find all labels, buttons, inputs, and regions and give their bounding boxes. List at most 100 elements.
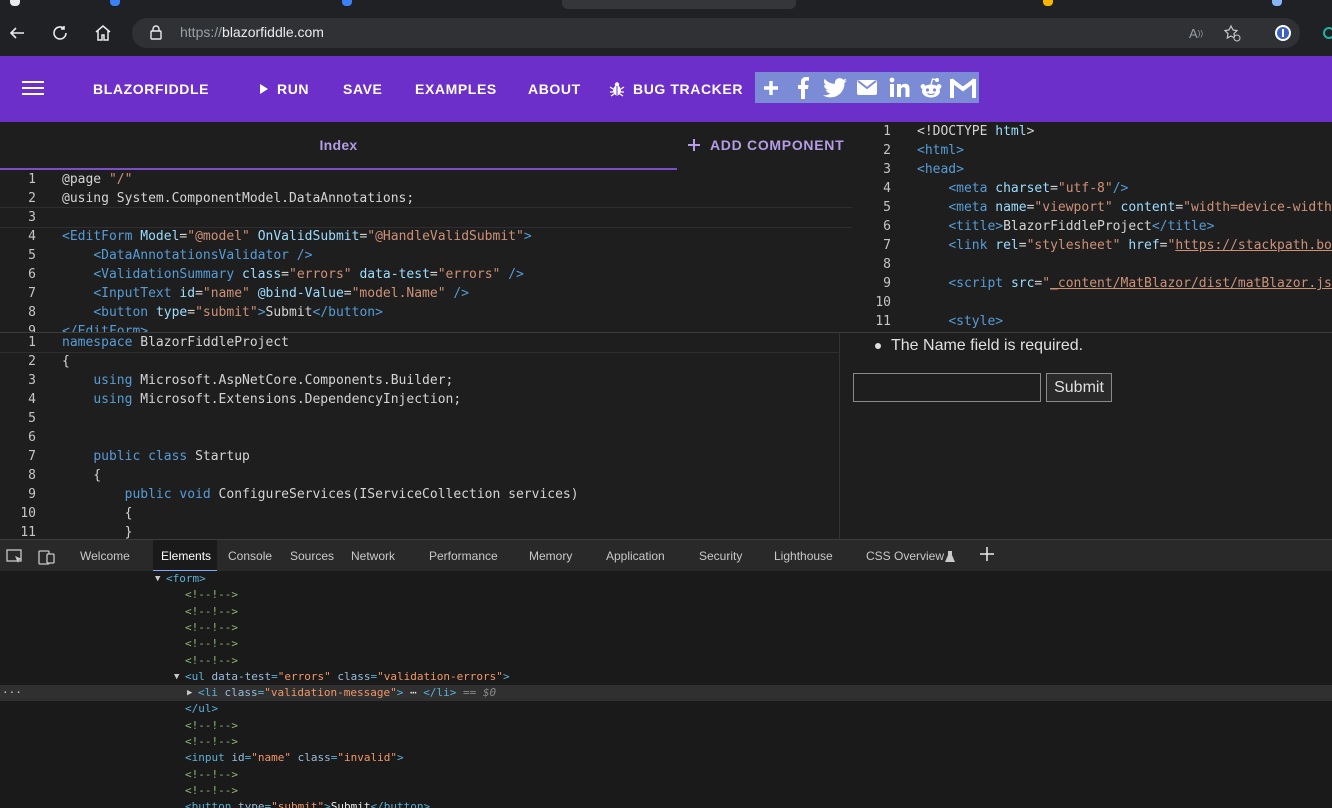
startup-code-editor[interactable]: 1 namespace BlazorFiddleProject 2{3 using … — [0, 333, 840, 539]
devtools-tab-css-overview[interactable]: CSS Overview — [866, 549, 944, 563]
code-line[interactable]: 10 { — [0, 504, 840, 523]
code-line[interactable]: 7 <InputText id="name" @bind-Value="mode… — [0, 284, 852, 303]
dom-node[interactable]: <button type="submit">Submit</button> — [0, 799, 1332, 808]
facebook-icon[interactable] — [787, 72, 819, 103]
home-icon[interactable] — [90, 20, 116, 46]
code-line[interactable]: 2 <html> — [853, 141, 1332, 160]
code-line[interactable]: 3 <head> — [853, 160, 1332, 179]
code-line[interactable]: 1 @page "/" — [0, 170, 852, 189]
code-line[interactable]: 6 — [0, 428, 840, 447]
devtools-tab-application[interactable]: Application — [606, 549, 665, 563]
code-line[interactable]: 5 <meta name="viewport" content="width=d… — [853, 198, 1332, 217]
code-line[interactable]: 9 public void ConfigureServices(IService… — [0, 485, 840, 504]
dom-node[interactable]: ▼ <ul data-test="errors" class="validatio… — [0, 669, 1332, 685]
code-line[interactable]: 2 @using System.ComponentModel.DataAnnota… — [0, 189, 852, 208]
brand-title[interactable]: BLAZORFIDDLE — [93, 81, 209, 97]
twitter-icon[interactable] — [819, 72, 851, 103]
bug-tracker-button[interactable]: BUG TRACKER — [609, 81, 743, 97]
expand-right-icon[interactable]: ▶ — [187, 685, 192, 701]
address-bar[interactable]: https://blazorfiddle.com A)) — [132, 18, 1300, 48]
back-icon[interactable] — [4, 20, 30, 46]
code-line[interactable]: 4 <EditForm Model="@model" OnValidSubmit=… — [0, 227, 852, 246]
hamburger-menu-icon[interactable] — [22, 78, 44, 100]
devtools-tab-elements[interactable]: Elements — [161, 549, 211, 563]
more-options-icon[interactable]: ··· — [2, 685, 22, 701]
code-line[interactable]: 1 namespace BlazorFiddleProject — [0, 333, 840, 353]
code-line[interactable]: 11 <style> — [853, 312, 1332, 331]
html-code-editor[interactable]: 1 <!DOCTYPE html> 2 <html> 3 <head> 4 <meta ch… — [853, 122, 1332, 332]
lock-icon[interactable] — [150, 25, 162, 45]
inspect-element-icon[interactable] — [6, 549, 24, 570]
examples-button[interactable]: EXAMPLES — [415, 81, 497, 97]
tab-favicon[interactable] — [342, 0, 352, 6]
code-line[interactable]: 4 using Microsoft.Extensions.DependencyI… — [0, 390, 840, 409]
device-toolbar-icon[interactable] — [38, 549, 56, 570]
code-line[interactable]: 3 using Microsoft.AspNetCore.Components.… — [0, 371, 840, 390]
tab-index[interactable]: Index — [0, 122, 677, 170]
gmail-icon[interactable] — [947, 72, 979, 103]
devtools-tab-security[interactable]: Security — [699, 549, 742, 563]
active-browser-tab[interactable] — [562, 0, 796, 9]
dom-node[interactable]: <!--!--> — [0, 767, 1332, 783]
devtools-tab-welcome[interactable]: Welcome — [80, 549, 130, 563]
code-line[interactable]: 6 <title>BlazorFiddleProject</title> — [853, 217, 1332, 236]
code-line[interactable]: 1 <!DOCTYPE html> — [853, 122, 1332, 141]
dom-node[interactable]: <!--!--> — [0, 718, 1332, 734]
expand-down-icon[interactable]: ▼ — [174, 669, 179, 685]
dom-node[interactable]: <!--!--> — [0, 783, 1332, 799]
dom-node[interactable]: <input id="name" class="invalid"> — [0, 750, 1332, 766]
dom-node[interactable]: ▼ <form> — [0, 571, 1332, 587]
code-line[interactable]: 4 <meta charset="utf-8"/> — [853, 179, 1332, 198]
elements-dom-tree[interactable]: ▼ <form> <!--!--> <!--!--> <!--!--> <!--!--> <… — [0, 571, 1332, 808]
code-line[interactable]: 2{ — [0, 352, 840, 371]
name-input[interactable] — [853, 373, 1041, 402]
devtools-tab-sources[interactable]: Sources — [290, 549, 334, 563]
code-line[interactable]: 6 <ValidationSummary class="errors" data… — [0, 265, 852, 284]
dom-node[interactable]: </ul> — [0, 701, 1332, 717]
devtools-tab-console[interactable]: Console — [228, 549, 272, 563]
add-favorite-icon[interactable] — [1221, 22, 1243, 44]
more-tabs-plus-icon[interactable] — [979, 546, 995, 567]
dom-node[interactable]: <!--!--> — [0, 620, 1332, 636]
tab-favicon[interactable] — [1272, 0, 1282, 6]
code-line[interactable]: 7 <link rel="stylesheet" href="https://s… — [853, 236, 1332, 255]
run-button[interactable]: RUN — [257, 81, 309, 97]
tab-favicon[interactable] — [110, 0, 120, 6]
dom-node[interactable]: <!--!--> — [0, 604, 1332, 620]
dom-node[interactable]: <!--!--> — [0, 587, 1332, 603]
url-text[interactable]: https://blazorfiddle.com — [180, 24, 324, 40]
code-line[interactable]: 8 — [853, 255, 1332, 274]
dom-node[interactable]: <!--!--> — [0, 653, 1332, 669]
tab-favicon[interactable] — [10, 0, 20, 6]
devtools-tab-network[interactable]: Network — [351, 549, 395, 563]
extension-icon[interactable] — [1270, 20, 1296, 46]
dom-node[interactable]: <!--!--> — [0, 636, 1332, 652]
read-aloud-icon[interactable]: A)) — [1185, 22, 1207, 44]
code-line[interactable]: 8 { — [0, 466, 840, 485]
code-line[interactable]: 9 <script src="_content/MatBlazor/dist/m… — [853, 274, 1332, 293]
devtools-tab-lighthouse[interactable]: Lighthouse — [774, 549, 833, 563]
linkedin-icon[interactable] — [883, 72, 915, 103]
dom-node[interactable]: ··· ▶ <li class="validation-message"> ⋯ </… — [0, 685, 1332, 702]
about-button[interactable]: ABOUT — [528, 81, 581, 97]
email-icon[interactable] — [851, 72, 883, 103]
tab-favicon[interactable] — [1043, 0, 1053, 6]
extension-icon-2[interactable] — [1316, 20, 1332, 46]
razor-code-editor[interactable]: 1 @page "/" 2 @using System.ComponentModel.… — [0, 170, 852, 332]
submit-button[interactable]: Submit — [1046, 373, 1112, 402]
code-line[interactable]: 11 } — [0, 523, 840, 539]
reddit-icon[interactable] — [915, 72, 947, 103]
share-plus-icon[interactable] — [755, 72, 787, 103]
code-line[interactable]: 3 — [0, 207, 852, 228]
code-line[interactable]: 8 <button type="submit">Submit</button> — [0, 303, 852, 322]
code-line[interactable]: 5 — [0, 409, 840, 428]
reload-icon[interactable] — [47, 20, 73, 46]
code-line[interactable]: 7 public class Startup — [0, 447, 840, 466]
devtools-tab-performance[interactable]: Performance — [429, 549, 498, 563]
expand-down-icon[interactable]: ▼ — [155, 571, 160, 587]
add-component-button[interactable]: ADD COMPONENT — [688, 137, 844, 153]
devtools-tab-memory[interactable]: Memory — [529, 549, 572, 563]
code-line[interactable]: 9 </EditForm> — [0, 322, 852, 332]
save-button[interactable]: SAVE — [343, 81, 383, 97]
dom-node[interactable]: <!--!--> — [0, 734, 1332, 750]
